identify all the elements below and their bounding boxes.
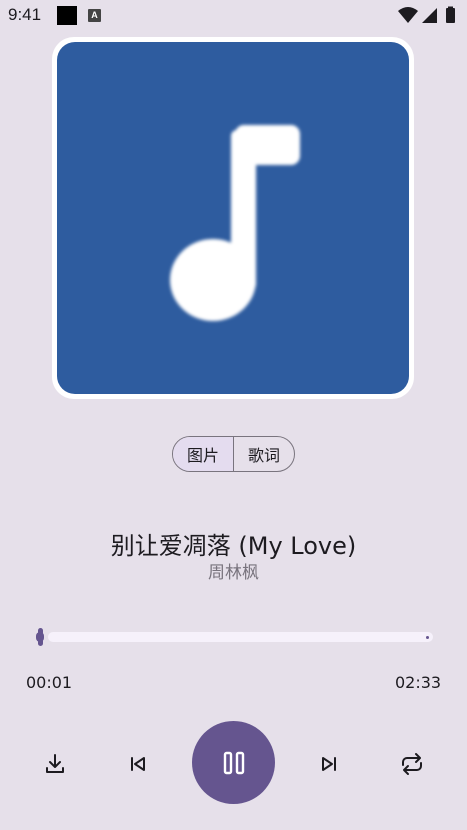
album-art bbox=[57, 42, 409, 394]
total-time: 02:33 bbox=[395, 673, 442, 692]
pause-icon bbox=[223, 751, 244, 774]
pause-button[interactable] bbox=[192, 721, 275, 804]
repeat-icon bbox=[402, 753, 422, 775]
progress-end-dot bbox=[426, 636, 429, 639]
progress-track[interactable] bbox=[48, 632, 433, 642]
status-time: 9:41 bbox=[8, 5, 42, 24]
album-art-frame bbox=[52, 37, 414, 399]
tab-lyrics[interactable]: 歌词 bbox=[234, 437, 294, 471]
view-toggle: 图片 歌词 bbox=[172, 436, 295, 472]
status-bar: 9:41 A bbox=[0, 0, 467, 32]
music-note-icon bbox=[170, 125, 300, 321]
cellular-icon bbox=[422, 8, 437, 23]
song-artist: 周林枫 bbox=[208, 563, 259, 583]
wifi-icon bbox=[398, 7, 418, 23]
tab-picture[interactable]: 图片 bbox=[173, 437, 234, 471]
keyboard-a-icon: A bbox=[88, 9, 101, 22]
download-icon bbox=[46, 754, 64, 773]
next-icon bbox=[322, 757, 336, 771]
previous-button[interactable] bbox=[116, 742, 160, 786]
song-title: 别让爱凋落 (My Love) bbox=[110, 532, 357, 560]
download-button[interactable] bbox=[33, 742, 77, 786]
current-time: 00:01 bbox=[26, 673, 73, 692]
previous-icon bbox=[131, 757, 145, 771]
notification-icon bbox=[57, 6, 77, 25]
repeat-button[interactable] bbox=[390, 742, 434, 786]
status-icons bbox=[398, 6, 462, 30]
battery-icon bbox=[446, 8, 455, 23]
progress-thumb[interactable] bbox=[38, 628, 43, 646]
next-button[interactable] bbox=[307, 742, 351, 786]
